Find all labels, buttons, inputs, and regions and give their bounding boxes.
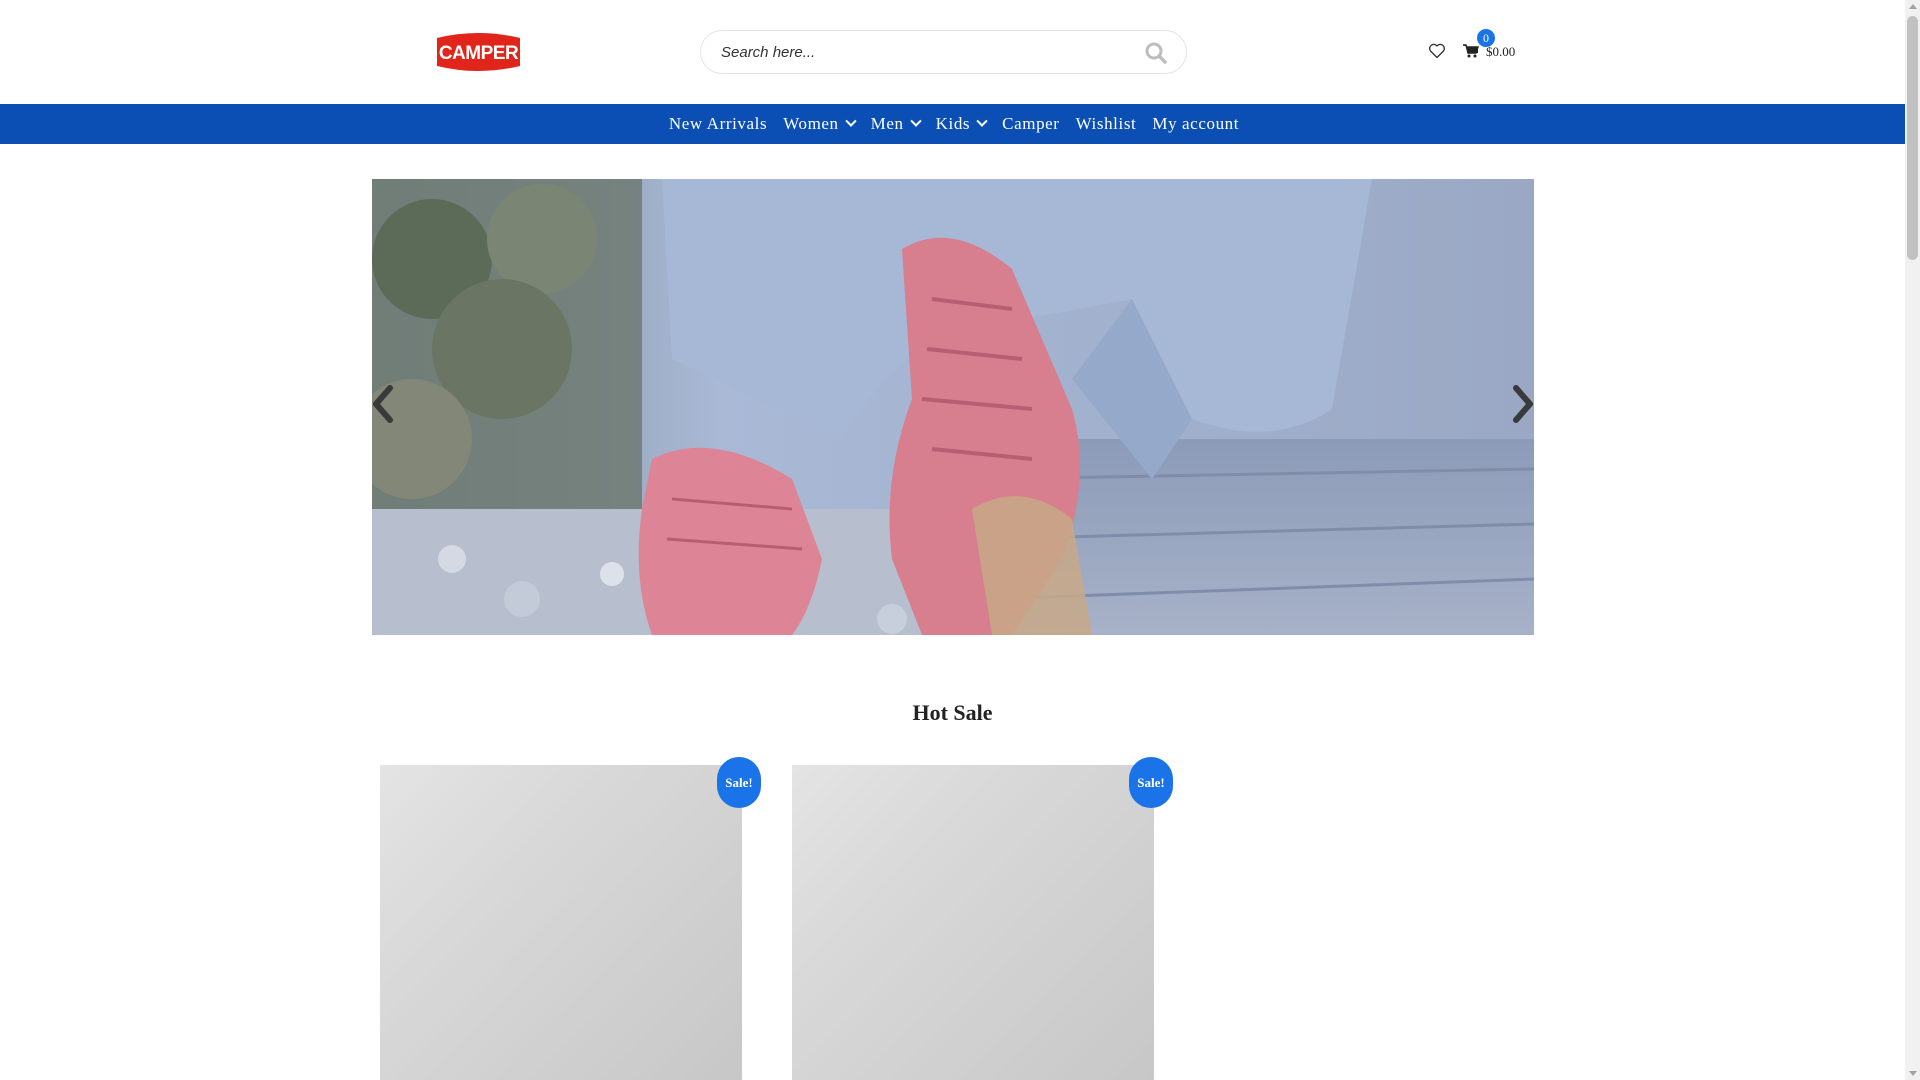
nav-item-new-arrivals[interactable]: New Arrivals (661, 104, 775, 144)
nav-item-label: Kids (935, 114, 971, 133)
chevron-right-icon[interactable] (1512, 384, 1534, 424)
nav-item-label: Camper (1002, 114, 1060, 133)
nav-item-label: Men (870, 114, 904, 133)
cart-total[interactable]: $0.00 (1486, 44, 1515, 60)
nav-item-men[interactable]: Men (863, 104, 928, 144)
main-navigation: New Arrivals Women Men Kids Camper Wishl… (0, 104, 1905, 144)
chevron-left-icon[interactable] (372, 384, 394, 424)
chevron-down-icon (844, 115, 857, 127)
nav-item-my-account[interactable]: My account (1144, 104, 1247, 144)
chevron-down-icon (976, 115, 988, 127)
nav-item-wishlist[interactable]: Wishlist (1068, 104, 1145, 144)
sale-badge: Sale! (717, 757, 761, 808)
nav-item-label: Wishlist (1075, 114, 1137, 133)
nav-item-women[interactable]: Women (775, 104, 862, 144)
hero-slide-image (372, 179, 1534, 635)
camper-logo[interactable]: CAMPER (434, 30, 523, 74)
search-icon[interactable] (1144, 41, 1168, 65)
nav-item-label: My account (1152, 114, 1240, 133)
scroll-down-arrow-icon[interactable] (1909, 1071, 1917, 1076)
hero-slider[interactable] (372, 179, 1534, 635)
nav-item-kids[interactable]: Kids (928, 104, 995, 144)
search-input[interactable] (721, 31, 1121, 73)
nav-item-camper[interactable]: Camper (994, 104, 1067, 144)
chevron-down-icon (909, 115, 922, 127)
svg-text:CAMPER: CAMPER (439, 43, 519, 64)
scroll-up-arrow-icon[interactable] (1909, 4, 1917, 9)
page-scrollbar[interactable] (1905, 0, 1920, 1080)
heart-icon[interactable] (1428, 42, 1446, 60)
nav-item-label: New Arrivals (668, 114, 768, 133)
site-header: CAMPER 0 $0.00 (0, 0, 1905, 104)
sale-badge: Sale! (1129, 757, 1173, 808)
section-title: Hot Sale (912, 700, 993, 725)
product-card-image[interactable] (380, 765, 742, 1080)
scrollbar-thumb[interactable] (1907, 16, 1918, 260)
cart-icon[interactable] (1463, 44, 1479, 58)
search-bar (700, 30, 1187, 74)
nav-item-label: Women (783, 114, 839, 133)
product-card-image[interactable] (792, 765, 1154, 1080)
